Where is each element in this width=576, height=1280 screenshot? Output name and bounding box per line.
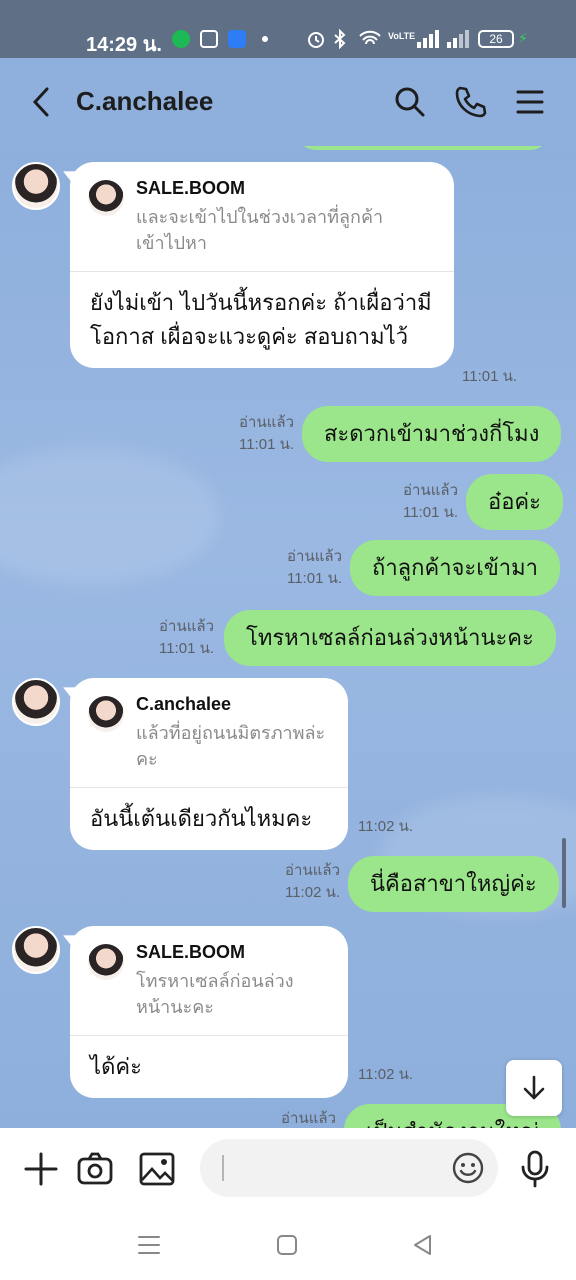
message-time: 11:01 น.: [158, 640, 214, 657]
message-time: 11:01 น.: [402, 504, 458, 521]
emoji-icon[interactable]: [452, 1152, 484, 1184]
message-time: 11:02 น.: [284, 884, 340, 901]
reply-preview[interactable]: SALE.BOOM โทรหาเซลล์ก่อนล่วงหน้านะคะ: [70, 926, 348, 1036]
outgoing-message[interactable]: ถ้าลูกค้าจะเข้ามา: [350, 540, 561, 596]
message-meta: อ่านแล้ว 11:01 น.: [126, 616, 214, 660]
reply-name: SALE.BOOM: [136, 178, 246, 198]
reply-text: โทรหาเซลล์ก่อนล่วงหน้านะคะ: [136, 971, 294, 1017]
chat-header: C.anchalee: [0, 58, 576, 146]
outgoing-message[interactable]: อ๋อค่ะ: [466, 474, 563, 530]
reply-avatar: [88, 180, 124, 216]
reply-preview[interactable]: C.anchalee แล้วที่อยู่ถนนมิตรภาพล่ะคะ: [70, 678, 348, 788]
text-caret: [222, 1155, 224, 1181]
chat-area[interactable]: SALE.BOOM และจะเข้าไปในช่วงเวลาที่ลูกค้า…: [0, 146, 576, 1128]
menu-icon[interactable]: [512, 84, 548, 120]
message-time: 11:01 น.: [462, 368, 518, 385]
reply-name: C.anchalee: [136, 694, 232, 714]
plus-icon[interactable]: [22, 1150, 60, 1188]
signal-icon: [417, 30, 439, 48]
scroll-to-bottom-button[interactable]: [506, 1060, 562, 1116]
battery-indicator: 26: [478, 30, 514, 48]
message-text: ยังไม่เข้า ไปวันนี้หรอกค่ะ ถ้าเผื่อว่ามี…: [90, 290, 432, 349]
arrow-down-icon: [523, 1075, 545, 1100]
outgoing-message[interactable]: โทรหาเซลล์ก่อนล่วงหน้านะคะ: [224, 610, 556, 666]
microphone-icon[interactable]: [516, 1150, 554, 1188]
message-time: 11:02 น.: [358, 818, 414, 835]
dot-icon: [262, 36, 268, 42]
charging-icon: ⚡: [518, 31, 528, 47]
message-meta: อ่านแล้ว 11:02 น.: [252, 860, 340, 904]
instagram-icon: [200, 30, 218, 48]
back-nav-icon[interactable]: [410, 1232, 436, 1258]
reply-text: และจะเข้าไปในช่วงเวลาที่ลูกค้าเข้าไปหา: [136, 207, 384, 253]
incoming-message[interactable]: C.anchalee แล้วที่อยู่ถนนมิตรภาพล่ะคะ อั…: [70, 678, 348, 850]
reply-avatar: [88, 944, 124, 980]
read-status: อ่านแล้ว: [403, 482, 458, 499]
background-cloud: [0, 446, 220, 586]
message-text: ได้ค่ะ: [90, 1054, 142, 1079]
status-bar: 14:29 น. VoLTE 26 ⚡: [0, 0, 576, 58]
incoming-message[interactable]: SALE.BOOM โทรหาเซลล์ก่อนล่วงหน้านะคะ ได้…: [70, 926, 348, 1098]
read-status: อ่านแล้ว: [239, 414, 294, 431]
avatar[interactable]: [12, 926, 60, 974]
read-status: อ่านแล้ว: [287, 548, 342, 565]
signal-icon-2: [447, 30, 469, 48]
search-icon[interactable]: [392, 84, 428, 120]
system-nav-bar: [0, 1210, 576, 1280]
wifi-icon: [359, 30, 381, 45]
spotify-icon: [172, 30, 190, 48]
chevron-left-icon[interactable]: [24, 84, 60, 120]
contact-name: C.anchalee: [76, 86, 214, 116]
message-input-bar: [0, 1128, 576, 1210]
message-time: 11:02 น.: [358, 1066, 414, 1083]
camera-icon[interactable]: [76, 1150, 114, 1188]
partial-outgoing-bubble: [296, 146, 550, 150]
avatar[interactable]: [12, 162, 60, 210]
reply-name: SALE.BOOM: [136, 942, 246, 962]
message-meta: อ่านแล้ว: [248, 1108, 336, 1128]
bluetooth-icon: [334, 29, 346, 49]
message-meta: อ่านแล้ว 11:01 น.: [254, 546, 342, 590]
reply-text: แล้วที่อยู่ถนนมิตรภาพล่ะคะ: [136, 723, 326, 769]
recent-apps-icon[interactable]: [136, 1232, 162, 1258]
app-icon: [228, 30, 246, 48]
outgoing-message[interactable]: นี่คือสาขาใหญ่ค่ะ: [348, 856, 559, 912]
message-time: 11:01 น.: [238, 436, 294, 453]
image-icon[interactable]: [138, 1150, 176, 1188]
message-input[interactable]: [200, 1139, 498, 1197]
read-status: อ่านแล้ว: [285, 862, 340, 879]
phone-icon[interactable]: [452, 84, 488, 120]
message-time: 11:01 น.: [286, 570, 342, 587]
message-meta: อ่านแล้ว 11:01 น.: [206, 412, 294, 456]
scrollbar[interactable]: [562, 838, 566, 908]
read-status: อ่านแล้ว: [159, 618, 214, 635]
avatar[interactable]: [12, 678, 60, 726]
read-status: อ่านแล้ว: [281, 1110, 336, 1127]
reply-avatar: [88, 696, 124, 732]
network-label: VoLTE: [388, 31, 416, 41]
message-meta: อ่านแล้ว 11:01 น.: [370, 480, 458, 524]
alarm-icon: [308, 32, 324, 48]
message-text: อันนี้เต้นเดียวกันไหมคะ: [90, 806, 313, 831]
home-icon[interactable]: [274, 1232, 300, 1258]
outgoing-message[interactable]: สะดวกเข้ามาช่วงกี่โมง: [302, 406, 562, 462]
status-time: 14:29 น.: [86, 34, 162, 56]
date-chip: วันนี้: [256, 174, 313, 206]
